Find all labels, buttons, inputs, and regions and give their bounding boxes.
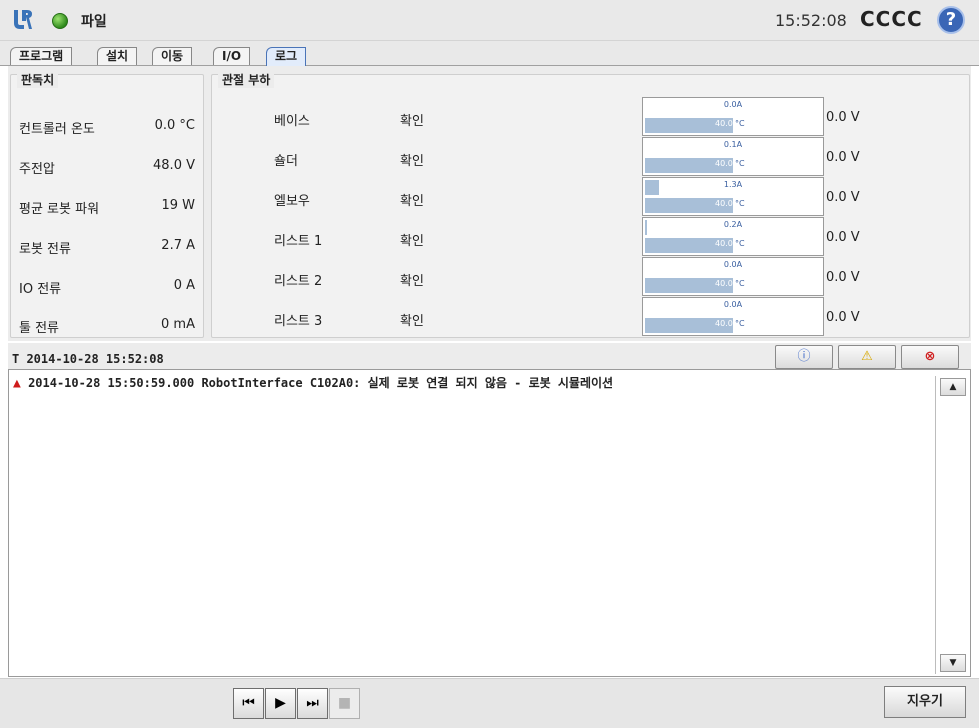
readings-title: 판독치 [17,71,59,88]
log-list[interactable]: ▲ 2014-10-28 15:50:59.000 RobotInterface… [8,369,971,677]
joint-name: 리스트 2 [274,274,323,289]
log-entry[interactable]: ▲ 2014-10-28 15:50:59.000 RobotInterface… [13,374,613,391]
joint-meter: 0.0A 40.0 °C [642,297,824,336]
joint-name: 엘보우 [274,194,310,209]
tab-move[interactable]: 이동 [152,47,193,65]
joint-temp: 40.0 [715,199,733,208]
joint-temp: 40.0 [715,159,733,168]
joint-temp: 40.0 [715,239,733,248]
joint-current: 0.1A [723,140,743,149]
joint-temp-unit: °C [735,239,745,248]
reading-label: 평균 로봇 파워 [19,202,100,217]
joint-status: 확인 [400,154,424,169]
joint-meter: 0.2A 40.0 °C [642,217,824,256]
joint-voltage: 0.0 V [826,310,860,325]
joint-voltage: 0.0 V [826,230,860,245]
reading-label: IO 전류 [19,282,62,297]
joint-temp-unit: °C [735,119,745,128]
tab-bar: 프로그램 설치 이동 I/O 로그 [0,41,979,66]
joint-status: 확인 [400,234,424,249]
reading-value: 0 mA [161,317,195,332]
joint-name: 리스트 1 [274,234,323,249]
reading-label: 툴 전류 [19,321,60,336]
log-entry-text: 2014-10-28 15:50:59.000 RobotInterface C… [28,376,614,390]
joint-status: 확인 [400,314,424,329]
joint-status: 확인 [400,114,424,129]
joint-voltage: 0.0 V [826,150,860,165]
rewind-button[interactable]: ⏮ [233,688,264,719]
joint-temp: 40.0 [715,119,733,128]
joint-status: 확인 [400,194,424,209]
tab-program[interactable]: 프로그램 [10,47,73,65]
warning-icon: ⚠ [861,349,873,364]
joint-name: 숄더 [274,154,298,169]
play-button[interactable]: ▶ [265,688,296,719]
joint-temp-unit: °C [735,159,745,168]
tab-log[interactable]: 로그 [266,47,307,66]
joint-current: 0.0A [723,260,743,269]
reading-label: 컨트롤러 온도 [19,122,95,137]
joint-meter: 0.0A 40.0 °C [642,97,824,136]
joint-temp: 40.0 [715,279,733,288]
joint-current: 0.2A [723,220,743,229]
error-filter-button[interactable]: ⊗ [901,345,959,369]
warning-filter-button[interactable]: ⚠ [838,345,896,369]
file-menu[interactable]: 파일 [81,11,107,31]
log-scrollbar[interactable]: ▲ ▼ [935,376,968,674]
help-icon[interactable]: ? [937,6,965,34]
joint-name: 베이스 [274,114,310,129]
status-panel: 판독치 컨트롤러 온도 0.0 °C 주전압 48.0 V 평균 로봇 파워 1… [8,66,971,341]
scroll-down-icon[interactable]: ▼ [940,654,966,672]
joint-temp: 40.0 [715,319,733,328]
log-timestamp: T 2014-10-28 15:52:08 [12,352,164,366]
reading-value: 19 W [161,198,195,213]
joint-voltage: 0.0 V [826,110,860,125]
joint-current: 0.0A [723,100,743,109]
log-header: T 2014-10-28 15:52:08 ⓘ ⚠ ⊗ [8,343,971,369]
reading-value: 48.0 V [153,158,195,173]
info-filter-button[interactable]: ⓘ [775,345,833,369]
joint-temp-unit: °C [735,319,745,328]
joint-load-title: 관절 부하 [218,71,275,88]
joint-meter: 0.1A 40.0 °C [642,137,824,176]
warning-icon: ▲ [13,376,21,391]
joint-load-group: 관절 부하 베이스 확인 0.0A 40.0 °C 0.0 V 숄더 확인 0.… [211,71,970,338]
clear-button[interactable]: 지우기 [884,686,966,718]
joint-meter: 0.0A 40.0 °C [642,257,824,296]
scroll-up-icon[interactable]: ▲ [940,378,966,396]
robot-status-icon [52,13,68,29]
reading-value: 0 A [173,278,195,293]
joint-current: 1.3A [723,180,743,189]
stop-button: ■ [329,688,360,719]
clock: 15:52:08 [775,11,847,30]
joint-voltage: 0.0 V [826,270,860,285]
joint-current: 0.0A [723,300,743,309]
joint-name: 리스트 3 [274,314,323,329]
robot-name: CCCC [860,7,923,31]
joint-voltage: 0.0 V [826,190,860,205]
ur-logo-icon [11,8,33,32]
reading-value: 2.7 A [161,238,195,253]
joint-meter: 1.3A 40.0 °C [642,177,824,216]
error-icon: ⊗ [924,349,936,364]
joint-status: 확인 [400,274,424,289]
reading-label: 로봇 전류 [19,242,71,257]
reading-label: 주전압 [19,162,55,177]
info-icon: ⓘ [797,349,811,364]
title-bar: 파일 15:52:08 CCCC ? [0,0,979,41]
readings-group: 판독치 컨트롤러 온도 0.0 °C 주전압 48.0 V 평균 로봇 파워 1… [10,71,204,338]
step-button[interactable]: ⏭ [297,688,328,719]
bottom-bar: ⏮ ▶ ⏭ ■ 지우기 [0,678,979,728]
joint-temp-unit: °C [735,199,745,208]
joint-temp-unit: °C [735,279,745,288]
tab-installation[interactable]: 설치 [97,47,138,65]
reading-value: 0.0 °C [154,118,195,133]
tab-io[interactable]: I/O [213,47,251,65]
